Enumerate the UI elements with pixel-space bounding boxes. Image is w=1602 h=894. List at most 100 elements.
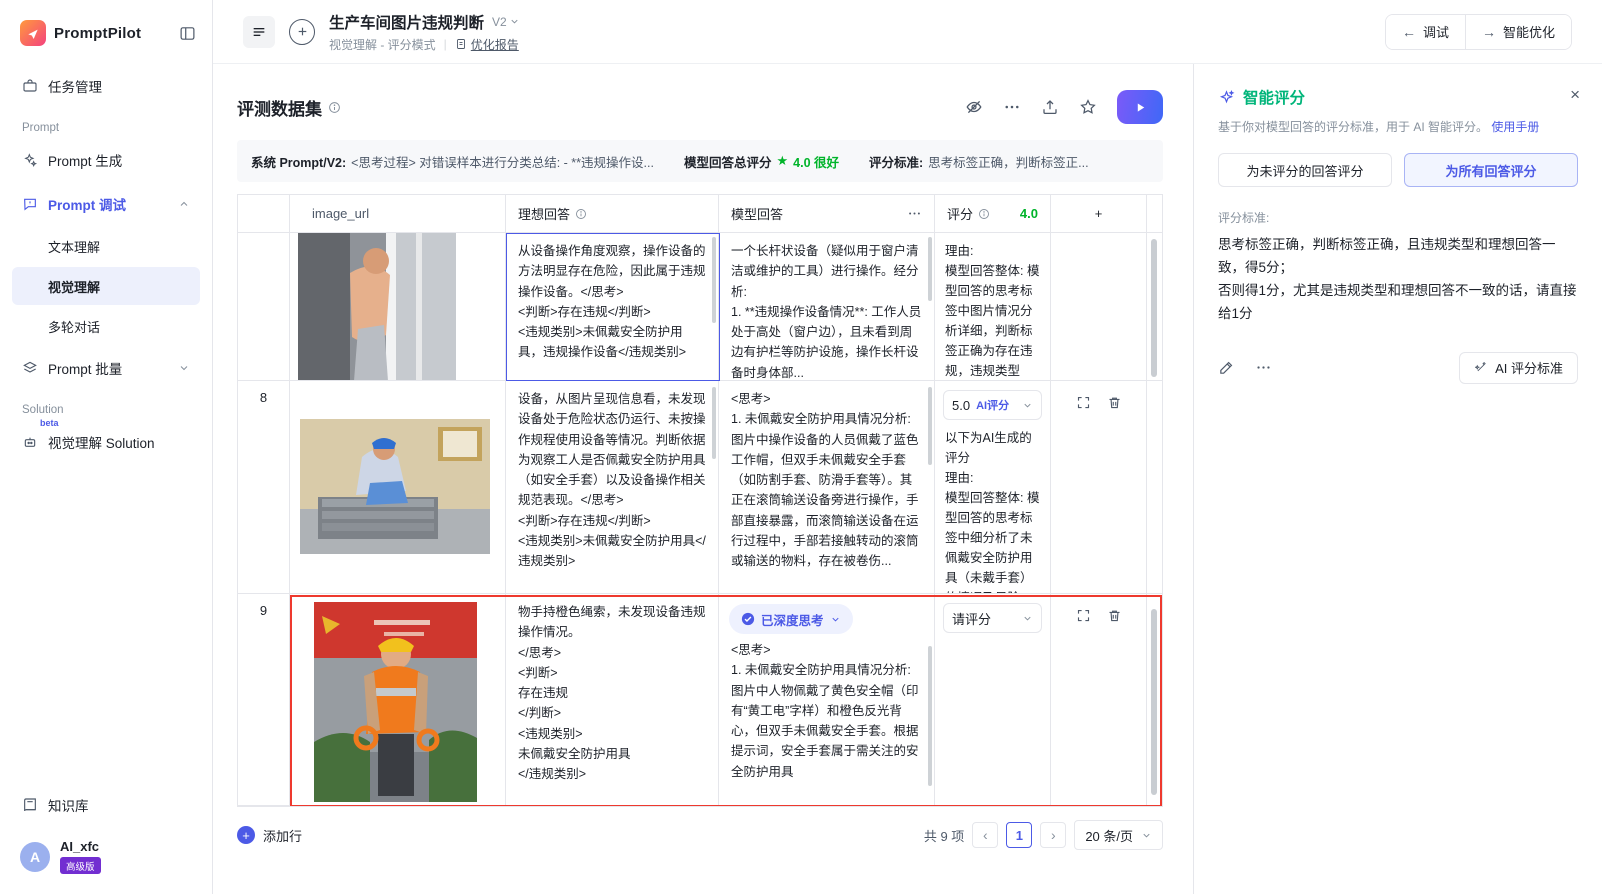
dataset-header: 评测数据集 [237,90,1163,124]
delete-row-icon[interactable] [1107,395,1122,410]
sidebar-item-label: 文本理解 [48,239,101,255]
row-image-cell[interactable] [290,381,506,593]
next-page-button[interactable]: › [1040,822,1067,848]
scrollbar-thumb[interactable] [928,646,932,786]
chevron-down-icon [178,362,190,374]
star-icon[interactable] [1079,98,1097,116]
manual-link[interactable]: 使用手册 [1491,120,1539,134]
arrow-right-icon: → [1481,23,1496,40]
content-row: 评测数据集 系统 Prompt/V2: <思考过程> 对错误样本进行分类总结: … [213,64,1602,894]
score-reason-text: 以下为AI生成的评分 理由: 模型回答整体: 模型回答的思考标签中细分析了未佩戴… [945,431,1040,593]
total-count: 共 9 项 [923,828,965,844]
model-answer-text: <思考> 1. 未佩戴安全防护用具情况分析: 图片中人物佩戴了黄色安全帽（印有“… [731,643,919,779]
model-answer-cell[interactable]: 一个长杆状设备（疑似用于窗户清洁或维护的工具）进行操作。经分析: 1. **违规… [719,233,935,380]
prev-page-button[interactable]: ‹ [972,822,999,848]
avatar: A [20,841,50,872]
ideal-answer-cell[interactable]: 设备，从图片呈现信息看，未发现设备处于危险状态仍运行、未按操作规程使用设备等情况… [506,381,719,593]
scrollbar-thumb[interactable] [712,237,716,323]
sidebar-item-prompt-debug[interactable]: Prompt 调试 [12,184,200,224]
score-all-button[interactable]: 为所有回答评分 [1404,153,1578,188]
close-icon[interactable]: × [1570,86,1580,103]
debug-button[interactable]: ← 调试 [1385,14,1465,49]
more-icon[interactable] [1255,359,1272,376]
row-image-cell[interactable] [290,594,506,805]
menu-icon[interactable] [243,15,275,48]
sparkle-star-icon [1218,89,1235,106]
score-cell[interactable]: 5.0 AI评分 以下为AI生成的评分 理由: 模型回答整体: 模型回答的思考标… [935,381,1051,593]
chevron-down-icon [1022,400,1033,411]
sidebar-item-vision-understanding[interactable]: 视觉理解 [12,267,200,305]
main-column: 生产车间图片违规判断 V2 视觉理解 - 评分模式 | 优化报告 ← 调试 → … [213,0,1602,894]
sidebar-item-label: 多轮对话 [48,319,101,335]
row-actions-cell [1051,594,1147,805]
sidebar-item-prompt-gen[interactable]: Prompt 生成 [12,140,200,180]
add-row-button[interactable]: + 添加行 [237,826,302,845]
layers-icon [22,360,38,376]
magic-wand-icon [1474,361,1488,375]
hide-column-icon[interactable] [965,98,983,116]
ideal-answer-cell[interactable]: 从设备操作角度观察，操作设备的方法明显存在危险，因此属于违规操作设备。</思考>… [506,233,719,380]
beta-badge: beta [40,418,59,428]
sidebar-item-prompt-batch[interactable]: Prompt 批量 [12,348,200,388]
version-dropdown[interactable]: V2 [492,15,520,29]
row-actions-cell [1051,381,1147,593]
header-row-number [238,195,290,232]
table-row[interactable]: 从设备操作角度观察，操作设备的方法明显存在危险，因此属于违规操作设备。</思考>… [238,233,1162,381]
scrollbar-thumb[interactable] [928,387,932,465]
scrollbar-thumb[interactable] [712,387,716,459]
page-title: 生产车间图片违规判断 [329,14,485,32]
add-column-button[interactable]: + [1051,195,1147,232]
sidebar-item-vision-solution[interactable]: beta 视觉理解 Solution [12,418,200,462]
sidebar-item-text-understanding[interactable]: 文本理解 [12,227,200,265]
brand-name: PromptPilot [54,24,142,42]
page-size-select[interactable]: 20 条/页 [1074,820,1163,850]
plan-badge: 高级版 [60,857,101,874]
criteria-label: 评分标准: [1218,211,1270,226]
expand-row-icon[interactable] [1076,395,1091,410]
score-cell[interactable]: 理由: 模型回答整体: 模型回答的思考标签中图片情况分析详细，判断标签正确为存在… [935,233,1051,380]
score-unscored-button[interactable]: 为未评分的回答评分 [1218,153,1392,188]
edit-criteria-icon[interactable] [1218,359,1235,376]
table-row[interactable]: 8 设备，从图片呈现信息看，未发现设备处于危险状态仍运行、未按操作规程使用设备等… [238,381,1162,594]
current-page-button[interactable]: 1 [1006,822,1033,848]
table-scrollbar-thumb[interactable] [1151,239,1157,377]
delete-row-icon[interactable] [1107,608,1122,623]
header-ideal-answer[interactable]: 理想回答 [506,195,719,232]
table-scrollbar-thumb[interactable] [1151,609,1157,795]
model-answer-cell[interactable]: <思考> 1. 未佩戴安全防护用具情况分析: 图片中操作设备的人员佩戴了蓝色工作… [719,381,935,593]
collapse-sidebar-icon[interactable] [179,25,196,42]
sidebar-item-knowledge-base[interactable]: 知识库 [12,785,200,825]
sidebar-item-multi-turn[interactable]: 多轮对话 [12,307,200,345]
row-image-cell[interactable] [290,233,506,380]
deep-thinking-toggle[interactable]: 已深度思考 [729,604,853,634]
prompt-summary-bar[interactable]: 系统 Prompt/V2: <思考过程> 对错误样本进行分类总结: - **违规… [237,140,1163,182]
ideal-answer-cell[interactable]: 物手持橙色绳索，未发现设备违规操作情况。 </思考> <判断> 存在违规 </判… [506,594,719,805]
sidebar-item-task-management[interactable]: 任务管理 [12,66,200,106]
score-select[interactable]: 请评分 [943,603,1042,633]
topbar-button-group: ← 调试 → 智能优化 [1384,13,1572,50]
upload-icon[interactable] [1041,98,1059,116]
optimize-report-link[interactable]: 优化报告 [455,36,519,53]
expand-row-icon[interactable] [1076,608,1091,623]
run-evaluation-button[interactable] [1117,90,1163,124]
model-answer-cell[interactable]: 已深度思考 <思考> 1. 未佩戴安全防护用具情况分析: 图片中人物佩戴了黄色安… [719,594,935,805]
row-number [238,233,290,380]
info-icon[interactable] [328,101,341,114]
panel-description: 基于你对模型回答的评分标准，用于 AI 智能评分。 使用手册 [1218,120,1540,134]
user-account-row[interactable]: A AI_xfc 高级版 [0,827,212,894]
smart-optimize-button[interactable]: → 智能优化 [1464,14,1571,49]
more-icon[interactable] [1003,98,1021,116]
score-cell[interactable]: 请评分 [935,594,1051,805]
column-more-icon[interactable] [907,206,922,221]
new-task-icon[interactable] [289,18,315,45]
header-model-answer[interactable]: 模型回答 [719,195,935,232]
header-score[interactable]: 评分 4.0 [935,195,1051,232]
scrollbar-thumb[interactable] [928,237,932,301]
table-row-selected[interactable]: 9 物手持橙色绳索，未发现设备违规操作情况。 </思考> <判断> 存在违规 <… [238,594,1162,806]
score-value: 5.0 [952,397,971,413]
book-icon [22,797,38,813]
header-image-url[interactable]: image_url [290,195,506,232]
score-select[interactable]: 5.0 AI评分 [943,390,1042,420]
star-green-icon: ★ [776,153,789,168]
ai-criteria-button[interactable]: AI 评分标准 [1459,351,1578,384]
